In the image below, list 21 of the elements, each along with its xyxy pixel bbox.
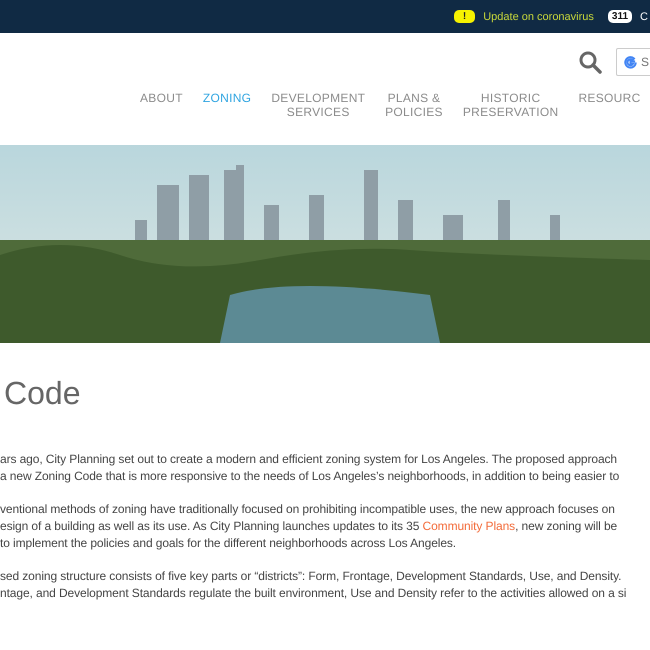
paragraph-line: ventional methods of zoning have traditionally focused on prohibiting incompatible uses, the new approach focuses on bbox=[0, 501, 616, 518]
nav-link[interactable]: RESOURC bbox=[578, 91, 641, 119]
nav-link[interactable]: HISTORIC PRESERVATION bbox=[462, 91, 558, 119]
nav-link[interactable]: PLANS & POLICIES bbox=[385, 91, 443, 119]
nav-link[interactable]: ABOUT bbox=[140, 91, 183, 119]
paragraph-line: ntage, and Development Standards regulate the built environment, Use and Density refer to the activities allowed on a si bbox=[0, 585, 628, 602]
community-plans-link[interactable]: Community Plans bbox=[422, 519, 516, 533]
paragraph-line: sed zoning structure consists of five key parts or “districts”: Form, Frontage, Development Standards, Use, and Density. bbox=[0, 568, 622, 585]
page-title: Code bbox=[4, 374, 82, 413]
alert-link[interactable]: Update on coronavirus bbox=[483, 10, 594, 22]
paragraph-line: a new Zoning Code that is more responsive to the needs of Los Angeles’s neighborhoods, in addition to being easier to bbox=[0, 468, 620, 485]
paragraph-line: ars ago, City Planning set out to create a modern and efficient zoning system for Los Angeles. The proposed approach bbox=[0, 451, 618, 468]
paragraph-line: esign of a building as well as its use. As City Planning launches updates to its 35 Community Plans, new zoning will be bbox=[0, 518, 618, 535]
search-field[interactable]: S bbox=[616, 48, 650, 76]
paragraph-line: to implement the policies and goals for the different neighborhoods across Los Angeles. bbox=[0, 535, 458, 552]
alert-badge: ! bbox=[454, 10, 476, 23]
search-icon[interactable] bbox=[578, 50, 602, 74]
top-bar-text: C bbox=[640, 10, 648, 22]
hotline-badge[interactable]: 311 bbox=[608, 10, 632, 23]
nav-link[interactable]: DEVELOPMENT SERVICES bbox=[271, 91, 366, 119]
nav-link[interactable]: ZONING bbox=[202, 91, 252, 119]
